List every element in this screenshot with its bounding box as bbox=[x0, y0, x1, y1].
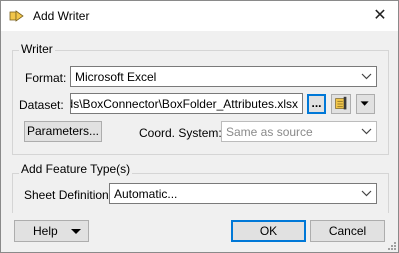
sheet-definition-value: Automatic... bbox=[114, 187, 178, 201]
cancel-label: Cancel bbox=[328, 224, 367, 238]
chevron-down-icon bbox=[361, 73, 372, 80]
help-label: Help bbox=[33, 224, 58, 238]
dataset-value: oads\BoxConnector\BoxFolder_Attributes.x… bbox=[70, 97, 298, 111]
writer-group-label: Writer bbox=[19, 42, 55, 56]
format-select[interactable]: Microsoft Excel bbox=[70, 66, 377, 87]
reader-settings-button[interactable] bbox=[331, 94, 351, 114]
ok-button[interactable]: OK bbox=[231, 220, 306, 242]
parameters-label: Parameters... bbox=[26, 124, 100, 138]
resize-grip-icon[interactable] bbox=[386, 240, 396, 250]
dataset-menu-button[interactable] bbox=[356, 94, 375, 114]
format-value: Microsoft Excel bbox=[75, 70, 157, 84]
dataset-label: Dataset: bbox=[19, 98, 64, 112]
browse-label: ... bbox=[311, 96, 322, 110]
dropdown-arrow-icon bbox=[71, 229, 81, 234]
coord-system-value: Same as source bbox=[226, 125, 313, 139]
format-label: Format: bbox=[25, 71, 67, 85]
coord-system-label: Coord. System: bbox=[139, 126, 222, 140]
writer-app-icon bbox=[9, 10, 24, 22]
sheet-definition-select[interactable]: Automatic... bbox=[109, 183, 377, 204]
chevron-down-icon bbox=[361, 128, 372, 135]
browse-button[interactable]: ... bbox=[307, 94, 326, 114]
close-icon: ✕ bbox=[373, 7, 387, 24]
close-button[interactable]: ✕ bbox=[362, 1, 398, 31]
help-button[interactable]: Help bbox=[14, 220, 89, 242]
title-bar: Add Writer ✕ bbox=[1, 1, 398, 31]
dropdown-arrow-icon bbox=[360, 101, 369, 106]
sheet-definition-label: Sheet Definition: bbox=[24, 188, 113, 202]
dialog-title: Add Writer bbox=[33, 9, 90, 23]
dataset-field[interactable]: oads\BoxConnector\BoxFolder_Attributes.x… bbox=[70, 93, 303, 114]
ok-label: OK bbox=[259, 224, 278, 238]
parameters-button[interactable]: Parameters... bbox=[24, 121, 102, 142]
coord-system-select[interactable]: Same as source bbox=[221, 121, 377, 142]
chevron-down-icon bbox=[361, 190, 372, 197]
feature-type-group-label: Add Feature Type(s) bbox=[19, 162, 133, 176]
add-writer-dialog: Add Writer ✕ Writer Format: Microsoft Ex… bbox=[0, 0, 399, 253]
cancel-button[interactable]: Cancel bbox=[310, 220, 385, 242]
reader-settings-icon bbox=[335, 96, 347, 110]
